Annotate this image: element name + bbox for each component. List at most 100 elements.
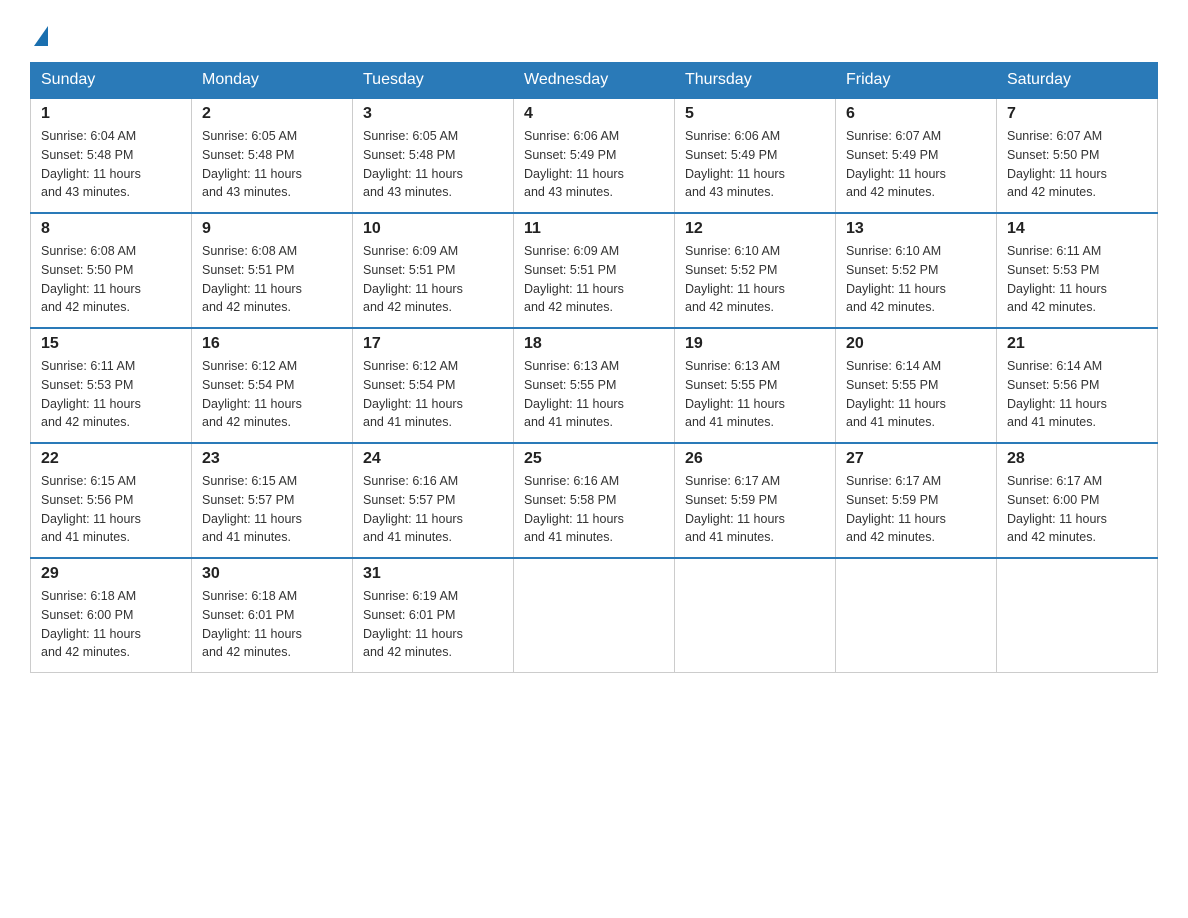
calendar-cell: 24 Sunrise: 6:16 AMSunset: 5:57 PMDaylig… [353, 443, 514, 558]
weekday-header-sunday: Sunday [31, 63, 192, 99]
calendar-cell: 29 Sunrise: 6:18 AMSunset: 6:00 PMDaylig… [31, 558, 192, 673]
calendar-cell: 3 Sunrise: 6:05 AMSunset: 5:48 PMDayligh… [353, 98, 514, 213]
weekday-header-thursday: Thursday [675, 63, 836, 99]
calendar-cell: 6 Sunrise: 6:07 AMSunset: 5:49 PMDayligh… [836, 98, 997, 213]
calendar-cell [836, 558, 997, 673]
calendar-cell: 9 Sunrise: 6:08 AMSunset: 5:51 PMDayligh… [192, 213, 353, 328]
day-number: 15 [41, 335, 181, 353]
day-number: 23 [202, 450, 342, 468]
weekday-header-wednesday: Wednesday [514, 63, 675, 99]
day-number: 3 [363, 105, 503, 123]
day-number: 22 [41, 450, 181, 468]
day-info: Sunrise: 6:18 AMSunset: 6:00 PMDaylight:… [41, 587, 181, 662]
day-info: Sunrise: 6:13 AMSunset: 5:55 PMDaylight:… [524, 357, 664, 432]
calendar-cell: 8 Sunrise: 6:08 AMSunset: 5:50 PMDayligh… [31, 213, 192, 328]
calendar-cell: 12 Sunrise: 6:10 AMSunset: 5:52 PMDaylig… [675, 213, 836, 328]
day-info: Sunrise: 6:12 AMSunset: 5:54 PMDaylight:… [363, 357, 503, 432]
day-info: Sunrise: 6:10 AMSunset: 5:52 PMDaylight:… [685, 242, 825, 317]
calendar-week-2: 8 Sunrise: 6:08 AMSunset: 5:50 PMDayligh… [31, 213, 1158, 328]
day-number: 29 [41, 565, 181, 583]
day-number: 7 [1007, 105, 1147, 123]
calendar-cell: 10 Sunrise: 6:09 AMSunset: 5:51 PMDaylig… [353, 213, 514, 328]
day-number: 31 [363, 565, 503, 583]
day-number: 25 [524, 450, 664, 468]
calendar-cell: 11 Sunrise: 6:09 AMSunset: 5:51 PMDaylig… [514, 213, 675, 328]
day-info: Sunrise: 6:06 AMSunset: 5:49 PMDaylight:… [685, 127, 825, 202]
day-number: 30 [202, 565, 342, 583]
day-info: Sunrise: 6:06 AMSunset: 5:49 PMDaylight:… [524, 127, 664, 202]
day-info: Sunrise: 6:13 AMSunset: 5:55 PMDaylight:… [685, 357, 825, 432]
day-info: Sunrise: 6:14 AMSunset: 5:56 PMDaylight:… [1007, 357, 1147, 432]
day-info: Sunrise: 6:15 AMSunset: 5:56 PMDaylight:… [41, 472, 181, 547]
weekday-header-saturday: Saturday [997, 63, 1158, 99]
day-number: 19 [685, 335, 825, 353]
calendar-cell: 14 Sunrise: 6:11 AMSunset: 5:53 PMDaylig… [997, 213, 1158, 328]
day-info: Sunrise: 6:16 AMSunset: 5:57 PMDaylight:… [363, 472, 503, 547]
day-info: Sunrise: 6:14 AMSunset: 5:55 PMDaylight:… [846, 357, 986, 432]
calendar-week-1: 1 Sunrise: 6:04 AMSunset: 5:48 PMDayligh… [31, 98, 1158, 213]
day-info: Sunrise: 6:19 AMSunset: 6:01 PMDaylight:… [363, 587, 503, 662]
calendar-week-5: 29 Sunrise: 6:18 AMSunset: 6:00 PMDaylig… [31, 558, 1158, 673]
calendar-cell: 25 Sunrise: 6:16 AMSunset: 5:58 PMDaylig… [514, 443, 675, 558]
day-number: 14 [1007, 220, 1147, 238]
logo [30, 20, 48, 42]
day-number: 21 [1007, 335, 1147, 353]
calendar-cell: 18 Sunrise: 6:13 AMSunset: 5:55 PMDaylig… [514, 328, 675, 443]
day-number: 8 [41, 220, 181, 238]
weekday-header-friday: Friday [836, 63, 997, 99]
calendar-cell: 15 Sunrise: 6:11 AMSunset: 5:53 PMDaylig… [31, 328, 192, 443]
day-info: Sunrise: 6:11 AMSunset: 5:53 PMDaylight:… [1007, 242, 1147, 317]
day-info: Sunrise: 6:07 AMSunset: 5:50 PMDaylight:… [1007, 127, 1147, 202]
day-number: 12 [685, 220, 825, 238]
calendar-cell: 7 Sunrise: 6:07 AMSunset: 5:50 PMDayligh… [997, 98, 1158, 213]
day-info: Sunrise: 6:17 AMSunset: 5:59 PMDaylight:… [846, 472, 986, 547]
calendar-cell: 30 Sunrise: 6:18 AMSunset: 6:01 PMDaylig… [192, 558, 353, 673]
day-number: 2 [202, 105, 342, 123]
day-number: 6 [846, 105, 986, 123]
calendar-cell: 22 Sunrise: 6:15 AMSunset: 5:56 PMDaylig… [31, 443, 192, 558]
day-info: Sunrise: 6:11 AMSunset: 5:53 PMDaylight:… [41, 357, 181, 432]
day-number: 11 [524, 220, 664, 238]
day-info: Sunrise: 6:16 AMSunset: 5:58 PMDaylight:… [524, 472, 664, 547]
calendar-table: SundayMondayTuesdayWednesdayThursdayFrid… [30, 62, 1158, 673]
day-number: 1 [41, 105, 181, 123]
page-header [30, 20, 1158, 42]
day-number: 28 [1007, 450, 1147, 468]
day-number: 20 [846, 335, 986, 353]
day-number: 18 [524, 335, 664, 353]
calendar-cell: 17 Sunrise: 6:12 AMSunset: 5:54 PMDaylig… [353, 328, 514, 443]
calendar-cell: 21 Sunrise: 6:14 AMSunset: 5:56 PMDaylig… [997, 328, 1158, 443]
day-number: 26 [685, 450, 825, 468]
logo-triangle-icon [34, 26, 48, 46]
day-number: 24 [363, 450, 503, 468]
day-number: 27 [846, 450, 986, 468]
weekday-header-monday: Monday [192, 63, 353, 99]
day-number: 13 [846, 220, 986, 238]
day-info: Sunrise: 6:10 AMSunset: 5:52 PMDaylight:… [846, 242, 986, 317]
day-info: Sunrise: 6:07 AMSunset: 5:49 PMDaylight:… [846, 127, 986, 202]
day-info: Sunrise: 6:08 AMSunset: 5:50 PMDaylight:… [41, 242, 181, 317]
day-number: 9 [202, 220, 342, 238]
calendar-cell: 5 Sunrise: 6:06 AMSunset: 5:49 PMDayligh… [675, 98, 836, 213]
calendar-cell: 4 Sunrise: 6:06 AMSunset: 5:49 PMDayligh… [514, 98, 675, 213]
day-info: Sunrise: 6:12 AMSunset: 5:54 PMDaylight:… [202, 357, 342, 432]
calendar-week-3: 15 Sunrise: 6:11 AMSunset: 5:53 PMDaylig… [31, 328, 1158, 443]
day-info: Sunrise: 6:17 AMSunset: 6:00 PMDaylight:… [1007, 472, 1147, 547]
calendar-cell: 31 Sunrise: 6:19 AMSunset: 6:01 PMDaylig… [353, 558, 514, 673]
calendar-cell: 26 Sunrise: 6:17 AMSunset: 5:59 PMDaylig… [675, 443, 836, 558]
weekday-header-tuesday: Tuesday [353, 63, 514, 99]
day-number: 10 [363, 220, 503, 238]
calendar-cell: 1 Sunrise: 6:04 AMSunset: 5:48 PMDayligh… [31, 98, 192, 213]
day-info: Sunrise: 6:09 AMSunset: 5:51 PMDaylight:… [524, 242, 664, 317]
day-number: 16 [202, 335, 342, 353]
day-number: 4 [524, 105, 664, 123]
calendar-cell: 20 Sunrise: 6:14 AMSunset: 5:55 PMDaylig… [836, 328, 997, 443]
calendar-cell: 27 Sunrise: 6:17 AMSunset: 5:59 PMDaylig… [836, 443, 997, 558]
calendar-cell: 28 Sunrise: 6:17 AMSunset: 6:00 PMDaylig… [997, 443, 1158, 558]
calendar-cell: 2 Sunrise: 6:05 AMSunset: 5:48 PMDayligh… [192, 98, 353, 213]
calendar-cell [997, 558, 1158, 673]
day-number: 5 [685, 105, 825, 123]
day-number: 17 [363, 335, 503, 353]
calendar-cell: 16 Sunrise: 6:12 AMSunset: 5:54 PMDaylig… [192, 328, 353, 443]
calendar-cell: 13 Sunrise: 6:10 AMSunset: 5:52 PMDaylig… [836, 213, 997, 328]
